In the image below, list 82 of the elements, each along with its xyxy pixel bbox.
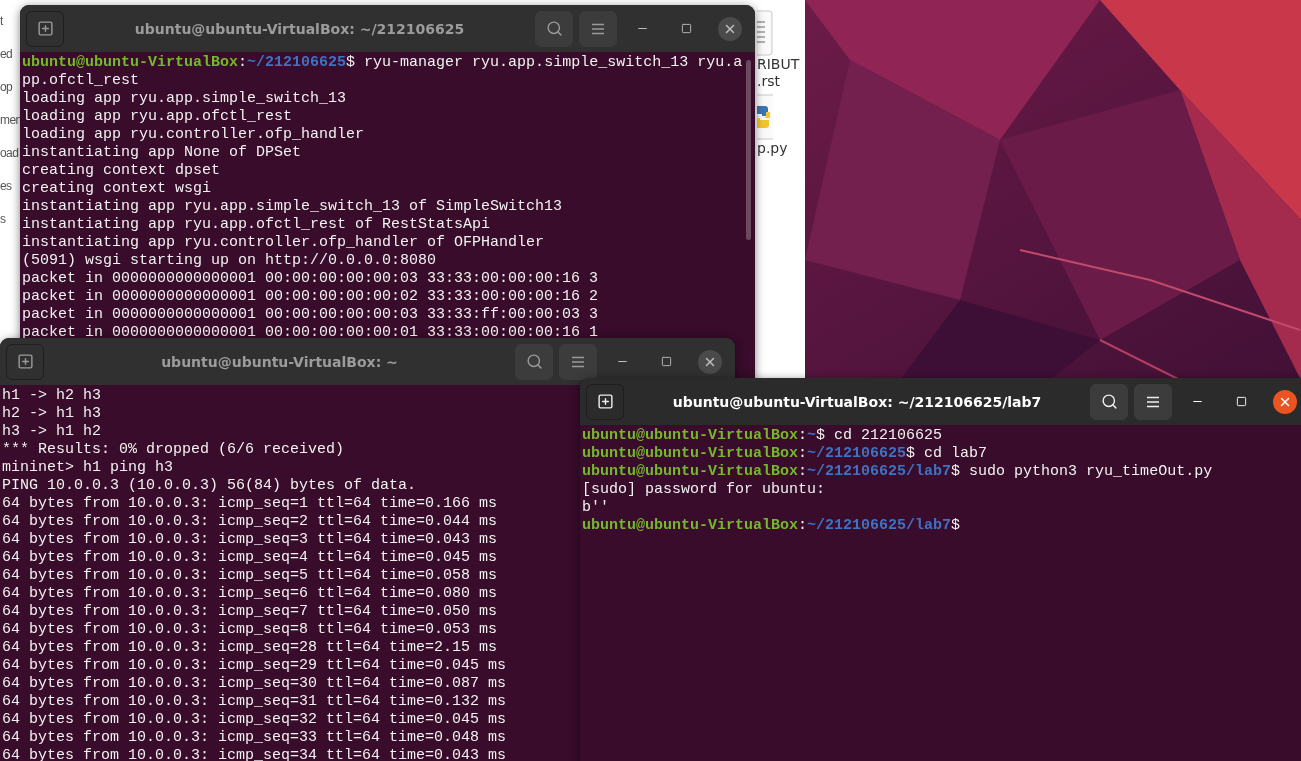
terminal-line: 64 bytes from 10.0.0.3: icmp_seq=6 ttl=64 time=0.080 ms <box>2 585 498 603</box>
terminal-line: 64 bytes from 10.0.0.3: icmp_seq=8 ttl=64 time=0.053 ms <box>2 621 498 639</box>
close-button[interactable] <box>698 349 722 374</box>
menu-icon <box>1146 395 1160 408</box>
search-button[interactable] <box>515 343 553 380</box>
plus-square-icon <box>16 353 34 370</box>
terminal-line: ubuntu@ubuntu-VirtualBox:~/212106625$ ryu-manager ryu.app.simple_switch_13 ryu.a <box>22 54 743 72</box>
terminal-line: pp.ofctl_rest <box>22 72 140 90</box>
file-name[interactable]: .rst <box>757 73 780 90</box>
close-button[interactable] <box>1273 389 1297 414</box>
menu-icon <box>571 355 585 368</box>
file-name[interactable]: p.py <box>757 140 788 157</box>
file-name[interactable]: RIBUT <box>757 56 800 73</box>
maximize-icon <box>1235 396 1247 407</box>
menu-icon <box>591 22 605 35</box>
terminal-line: mininet> h1 ping h3 <box>2 459 174 477</box>
plus-square-icon <box>596 393 614 410</box>
terminal-line: creating context dpset <box>22 162 221 180</box>
terminal-line: PING 10.0.0.3 (10.0.0.3) 56(84) bytes of data. <box>2 477 417 495</box>
sidebar-item[interactable]: es <box>0 179 12 193</box>
terminal-line: h1 -> h2 h3 <box>2 387 102 405</box>
terminal-line: 64 bytes from 10.0.0.3: icmp_seq=32 ttl=64 time=0.045 ms <box>2 711 507 729</box>
terminal-line: ubuntu@ubuntu-VirtualBox:~/212106625/lab7$ <box>582 517 961 535</box>
plus-square-icon <box>36 20 54 37</box>
terminal-line: 64 bytes from 10.0.0.3: icmp_seq=5 ttl=64 time=0.058 ms <box>2 567 498 585</box>
search-icon <box>525 353 543 370</box>
terminal-line: creating context wsgi <box>22 180 212 198</box>
terminal-line: 64 bytes from 10.0.0.3: icmp_seq=3 ttl=64 time=0.043 ms <box>2 531 498 549</box>
terminal-line: h3 -> h1 h2 <box>2 423 102 441</box>
terminal-line: instantiating app None of DPSet <box>22 144 302 162</box>
terminal-line: 64 bytes from 10.0.0.3: icmp_seq=7 ttl=64 time=0.050 ms <box>2 603 498 621</box>
terminal-line: ubuntu@ubuntu-VirtualBox:~/212106625/lab7$ sudo python3 ryu_timeOut.py <box>582 463 1213 481</box>
maximize-icon <box>660 356 672 367</box>
search-button[interactable] <box>535 10 573 47</box>
window-title: ubuntu@ubuntu-VirtualBox: ~/212106625 <box>133 20 466 37</box>
terminal-line: 64 bytes from 10.0.0.3: icmp_seq=29 ttl=64 time=0.045 ms <box>2 657 507 675</box>
python-file-icon[interactable] <box>757 94 773 140</box>
window-title: ubuntu@ubuntu-VirtualBox: ~/212106625/lab7 <box>671 393 1043 410</box>
terminal-line: instantiating app ryu.app.simple_switch_13 of SimpleSwitch13 <box>22 198 563 216</box>
terminal-line: ubuntu@ubuntu-VirtualBox:~$ cd 212106625 <box>582 427 943 445</box>
menu-button[interactable] <box>579 10 617 47</box>
close-button[interactable] <box>718 16 742 41</box>
new-tab-button[interactable] <box>586 383 624 420</box>
terminal-line: 64 bytes from 10.0.0.3: icmp_seq=2 ttl=64 time=0.044 ms <box>2 513 498 531</box>
sidebar-item[interactable]: ed <box>0 47 13 61</box>
new-tab-button[interactable] <box>6 343 44 380</box>
terminal-line: loading app ryu.controller.ofp_handler <box>22 126 365 144</box>
terminal-line: 64 bytes from 10.0.0.3: icmp_seq=33 ttl=64 time=0.048 ms <box>2 729 507 747</box>
terminal-line: *** Results: 0% dropped (6/6 received) <box>2 441 345 459</box>
sidebar-item[interactable]: op <box>0 80 13 94</box>
terminal-line: packet in 0000000000000001 00:00:00:00:00:03 33:33:00:00:00:16 3 <box>22 270 599 288</box>
sidebar-item[interactable]: t <box>0 14 3 28</box>
sidebar-item[interactable]: s <box>0 212 6 226</box>
terminal-line: loading app ryu.app.simple_switch_13 <box>22 90 347 108</box>
search-icon <box>545 20 563 37</box>
search-button[interactable] <box>1090 383 1128 420</box>
sidebar-item[interactable]: men <box>0 113 20 127</box>
terminal-line: 64 bytes from 10.0.0.3: icmp_seq=1 ttl=64 time=0.166 ms <box>2 495 498 513</box>
scrollbar[interactable] <box>746 60 751 240</box>
terminal-line: 64 bytes from 10.0.0.3: icmp_seq=30 ttl=64 time=0.087 ms <box>2 675 507 693</box>
terminal-line: instantiating app ryu.app.ofctl_rest of RestStatsApi <box>22 216 491 234</box>
terminal-line: (5091) wsgi starting up on http://0.0.0.0:8080 <box>22 252 437 270</box>
search-icon <box>1100 393 1118 410</box>
terminal-line: 64 bytes from 10.0.0.3: icmp_seq=31 ttl=64 time=0.132 ms <box>2 693 507 711</box>
document-icon[interactable] <box>757 10 773 56</box>
new-tab-button[interactable] <box>26 10 64 47</box>
terminal-line: b'' <box>582 499 609 517</box>
sidebar-item[interactable]: oad <box>0 146 19 160</box>
terminal-line: packet in 0000000000000001 00:00:00:00:00:03 33:33:ff:00:00:03 3 <box>22 306 599 324</box>
terminal-line: instantiating app ryu.controller.ofp_handler of OFPHandler <box>22 234 545 252</box>
terminal-line: h2 -> h1 h3 <box>2 405 102 423</box>
terminal-line: 64 bytes from 10.0.0.3: icmp_seq=4 ttl=64 time=0.045 ms <box>2 549 498 567</box>
window-title: ubuntu@ubuntu-VirtualBox: ~ <box>160 353 399 370</box>
terminal-line: [sudo] password for ubuntu: <box>582 481 826 499</box>
terminal-line: packet in 0000000000000001 00:00:00:00:00:02 33:33:00:00:00:16 2 <box>22 288 599 306</box>
terminal-line: packet in 0000000000000001 00:00:00:00:00:01 33:33:00:00:00:16 1 <box>22 324 599 342</box>
terminal-line: loading app ryu.app.ofctl_rest <box>22 108 293 126</box>
terminal-line: 64 bytes from 10.0.0.3: icmp_seq=28 ttl=64 time=2.15 ms <box>2 639 498 657</box>
menu-button[interactable] <box>559 343 597 380</box>
menu-button[interactable] <box>1134 383 1172 420</box>
maximize-icon <box>680 23 692 34</box>
terminal-line: ubuntu@ubuntu-VirtualBox:~/212106625$ cd lab7 <box>582 445 988 463</box>
